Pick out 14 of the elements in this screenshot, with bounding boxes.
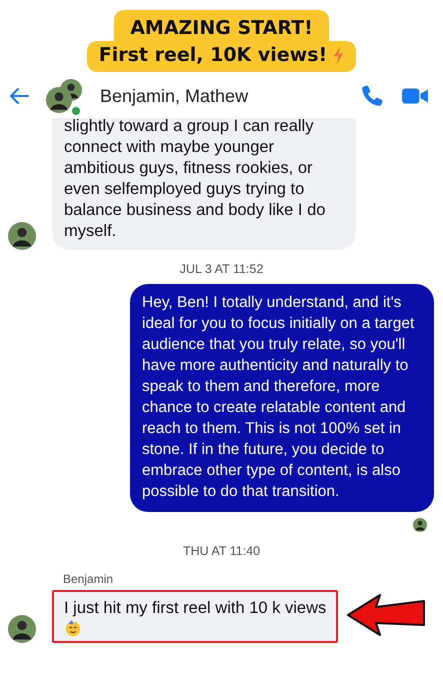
lightning-icon xyxy=(333,46,344,64)
message-text: slightly toward a group I can really connect with maybe younger ambitious guys, fitness rookies, or even selfemployed guys trying to balance business and body like I do myself. xyxy=(64,117,326,240)
back-arrow-icon[interactable] xyxy=(8,87,30,105)
message-text: Hey, Ben! I totally understand, and it's ideal for you to focus initially on a target audience that you truly relate, so you'll have more authenticity and naturally to speak to them and therefore, more chance to create relatable content and reach to them. This is not 100% set in stone. If in the future, you decide to embrace other type of content, is also possible to do that transition. xyxy=(142,294,414,500)
phone-icon[interactable] xyxy=(359,83,385,109)
message-text: I just hit my first reel with 10 k views xyxy=(64,599,326,617)
timestamp: JUL 3 AT 11:52 xyxy=(178,262,264,276)
timestamp: THU AT 11:40 xyxy=(182,544,262,558)
arrow-icon xyxy=(346,593,426,637)
banner-caption: AMAZING START! xyxy=(114,10,329,41)
banner-caption: First reel, 10K views! xyxy=(86,41,356,72)
avatar-icon xyxy=(46,87,72,113)
sender-name: Benjamin xyxy=(62,572,114,586)
chat-title: Benjamin, Mathew xyxy=(100,86,250,106)
